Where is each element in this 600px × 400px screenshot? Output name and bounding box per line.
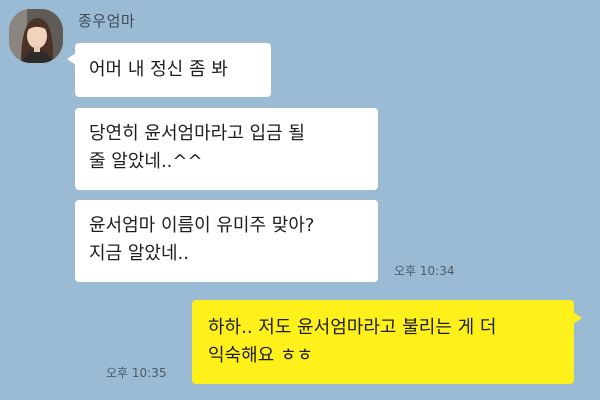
message-text-line: 어머 내 정신 좀 봐: [89, 59, 228, 80]
message-text-line: 당연히 윤서엄마라고 입금 될: [89, 123, 305, 144]
sender-avatar[interactable]: [9, 9, 63, 63]
message-bubble-incoming[interactable]: 당연히 윤서엄마라고 입금 될 줄 알았네..^^: [75, 108, 378, 190]
avatar-photo-icon: [9, 9, 63, 63]
sender-name: 종우엄마: [78, 12, 136, 30]
message-text-line: 윤서엄마 이름이 유미주 맞아?: [89, 215, 315, 236]
message-text-line: 익숙해요 ㅎㅎ: [208, 345, 314, 366]
message-bubble-outgoing[interactable]: 하하.. 저도 윤서엄마라고 불리는 게 더 익숙해요 ㅎㅎ: [192, 300, 582, 384]
message-timestamp: 오후 10:34: [394, 264, 455, 278]
message-bubble-incoming[interactable]: 윤서엄마 이름이 유미주 맞아? 지금 알았네..: [75, 200, 378, 282]
chat-room: 종우엄마 어머 내 정신 좀 봐 당연히 윤서엄마라고 입금 될 줄 알았네..…: [0, 0, 600, 400]
message-text-line: 줄 알았네..^^: [89, 151, 203, 172]
message-text-line: 하하.. 저도 윤서엄마라고 불리는 게 더: [208, 317, 497, 338]
message-text-line: 지금 알았네..: [89, 243, 189, 264]
message-timestamp: 오후 10:35: [106, 366, 167, 380]
message-bubble-incoming[interactable]: 어머 내 정신 좀 봐: [67, 43, 271, 97]
